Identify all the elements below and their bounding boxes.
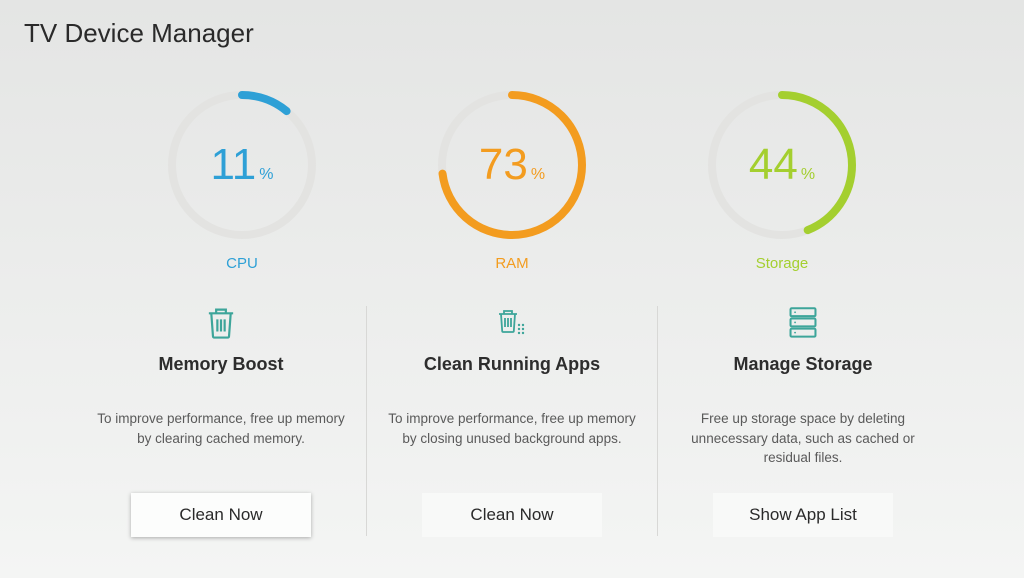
show-app-list-button[interactable]: Show App List — [713, 493, 893, 537]
storage-icon — [788, 302, 818, 344]
cards-row: Memory Boost To improve performance, fre… — [0, 302, 1024, 537]
card-clean-apps-title: Clean Running Apps — [424, 354, 600, 375]
card-memory-boost: Memory Boost To improve performance, fre… — [76, 302, 366, 537]
ram-label: RAM — [495, 255, 528, 272]
cpu-percent-sign: % — [259, 166, 273, 184]
gauges-row: 11 % CPU 73 % RAM 44 % — [0, 85, 1024, 272]
cpu-label: CPU — [226, 255, 258, 272]
ram-value: 73 — [479, 140, 528, 190]
header: TV Device Manager — [0, 0, 1024, 67]
storage-gauge-circle: 44 % — [702, 85, 862, 245]
cpu-gauge-circle: 11 % — [162, 85, 322, 245]
storage-value: 44 — [749, 140, 798, 190]
card-manage-storage: Manage Storage Free up storage space by … — [658, 302, 948, 537]
ram-gauge-circle: 73 % — [432, 85, 592, 245]
ram-gauge-value: 73 % — [479, 140, 545, 190]
trash-icon — [206, 302, 236, 344]
card-manage-storage-title: Manage Storage — [733, 354, 872, 375]
card-memory-boost-desc: To improve performance, free up memory b… — [92, 409, 350, 469]
storage-label: Storage — [756, 255, 809, 272]
card-clean-apps-desc: To improve performance, free up memory b… — [383, 409, 641, 469]
page-title: TV Device Manager — [24, 18, 1000, 49]
ram-gauge: 73 % RAM — [432, 85, 592, 272]
storage-gauge: 44 % Storage — [702, 85, 862, 272]
cpu-gauge: 11 % CPU — [162, 85, 322, 272]
clean-now-button-memory[interactable]: Clean Now — [131, 493, 311, 537]
clean-now-button-apps[interactable]: Clean Now — [422, 493, 602, 537]
ram-percent-sign: % — [531, 166, 545, 184]
cpu-gauge-value: 11 % — [211, 140, 274, 190]
card-manage-storage-desc: Free up storage space by deleting unnece… — [674, 409, 932, 469]
card-memory-boost-title: Memory Boost — [158, 354, 283, 375]
cpu-value: 11 — [211, 140, 257, 190]
card-clean-apps: Clean Running Apps To improve performanc… — [367, 302, 657, 537]
storage-gauge-value: 44 % — [749, 140, 815, 190]
trash-apps-icon — [497, 302, 527, 344]
storage-percent-sign: % — [801, 166, 815, 184]
